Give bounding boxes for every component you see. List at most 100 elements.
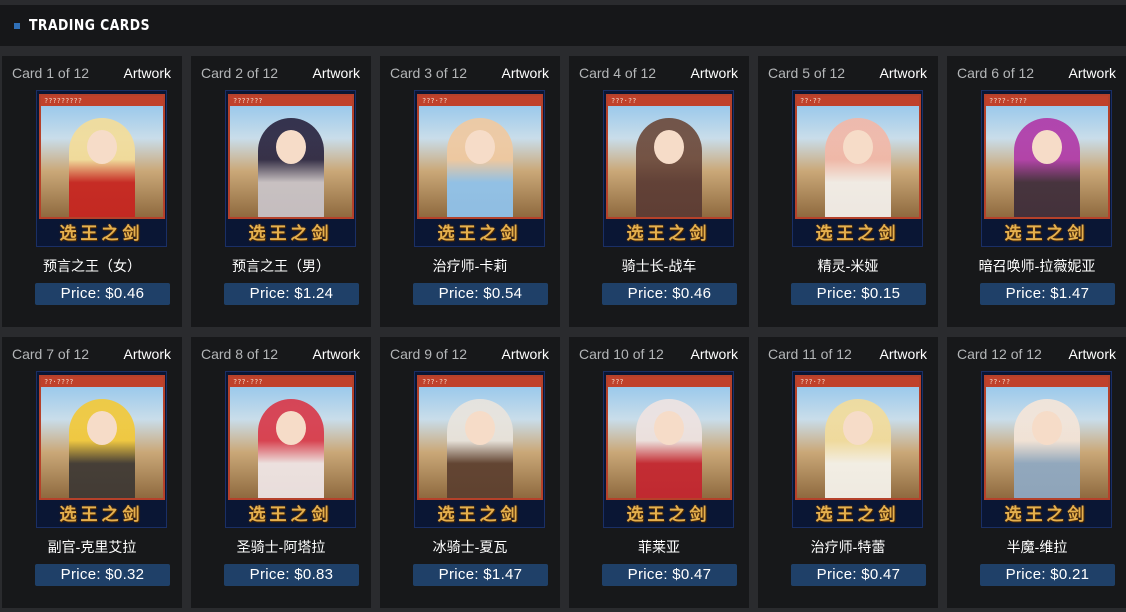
character-face — [843, 130, 873, 164]
card-artwork[interactable]: ??·?? 选王之剑 — [792, 90, 923, 247]
card-count: Card 1 of 12 — [12, 65, 90, 81]
card-name: 精灵-米娅 — [817, 258, 879, 274]
trading-card[interactable]: Card 8 of 12 Artwork ???·??? 选王之剑 圣骑士-阿塔拉 Pri… — [191, 337, 371, 608]
card-frame: ????????? — [39, 94, 165, 219]
card-type-label: Artwork — [879, 65, 927, 81]
card-art-namebar: ???·?? — [419, 96, 541, 106]
character-face — [1032, 130, 1062, 164]
card-art-namebar: ???·?? — [419, 377, 541, 387]
card-count: Card 10 of 12 — [579, 346, 664, 362]
game-logo: 选王之剑 — [815, 505, 900, 525]
card-frame: ??·?? — [795, 94, 921, 219]
character-face — [654, 130, 684, 164]
trading-card[interactable]: Card 1 of 12 Artwork????????? 选王之剑 预言之王（女） P… — [2, 56, 182, 327]
trading-card[interactable]: Card 9 of 12 Artwork ???·?? 选王之剑冰骑士-夏瓦 Price… — [380, 337, 560, 608]
trading-card[interactable]: Card 10 of 12 Artwork??? 选王之剑 菲莱亚 Price: $0.… — [569, 337, 749, 608]
game-logo: 选王之剑 — [59, 505, 144, 525]
card-type-label: Artwork — [1068, 65, 1116, 81]
card-artwork[interactable]: ??? 选王之剑 — [603, 371, 734, 528]
card-type-label: Artwork — [501, 65, 549, 81]
card-type-label: Artwork — [879, 346, 927, 362]
card-artwork[interactable]: ????????? 选王之剑 — [36, 90, 167, 247]
card-frame: ???·?? — [795, 375, 921, 500]
card-type-label: Artwork — [690, 346, 738, 362]
character-face — [87, 411, 117, 445]
price-button[interactable]: Price: $0.46 — [35, 283, 170, 305]
card-type-label: Artwork — [312, 346, 360, 362]
character-face — [654, 411, 684, 445]
character-face — [87, 130, 117, 164]
card-type-label: Artwork — [1068, 346, 1116, 362]
card-art-namebar: ???·?? — [608, 96, 730, 106]
card-count: Card 5 of 12 — [768, 65, 846, 81]
card-count: Card 7 of 12 — [12, 346, 90, 362]
price-button[interactable]: Price: $1.24 — [224, 283, 359, 305]
game-logo: 选王之剑 — [248, 224, 333, 244]
card-type-label: Artwork — [501, 346, 549, 362]
game-logo: 选王之剑 — [437, 505, 522, 525]
card-name: 半魔-维拉 — [1006, 539, 1068, 555]
card-name: 冰骑士-夏瓦 — [432, 539, 508, 555]
trading-card[interactable]: Card 2 of 12 Artwork??????? 选王之剑 预言之王（男） Pri… — [191, 56, 371, 327]
price-button[interactable]: Price: $0.15 — [791, 283, 926, 305]
section-header: TRADING CARDS — [0, 5, 1126, 46]
card-artwork[interactable]: ??????? 选王之剑 — [225, 90, 356, 247]
card-artwork[interactable]: ???·?? 选王之剑 — [414, 371, 545, 528]
card-art-namebar: ??·?? — [797, 96, 919, 106]
trading-card[interactable]: Card 12 of 12 Artwork ??·?? 选王之剑半魔-维拉 Price:… — [947, 337, 1126, 608]
trading-card[interactable]: Card 5 of 12 Artwork ??·?? 选王之剑精灵-米娅 Price: … — [758, 56, 938, 327]
character-face — [465, 130, 495, 164]
price-button[interactable]: Price: $0.54 — [413, 283, 548, 305]
price-button[interactable]: Price: $0.21 — [980, 564, 1115, 586]
game-logo: 选王之剑 — [437, 224, 522, 244]
card-count: Card 11 of 12 — [768, 346, 852, 362]
price-button[interactable]: Price: $0.83 — [224, 564, 359, 586]
card-name: 治疗师-特蕾 — [810, 539, 886, 555]
card-count: Card 12 of 12 — [957, 346, 1042, 362]
card-artwork[interactable]: ??·???? 选王之剑 — [36, 371, 167, 528]
card-count: Card 4 of 12 — [579, 65, 657, 81]
card-count: Card 8 of 12 — [201, 346, 279, 362]
card-frame: ???·?? — [606, 94, 732, 219]
card-name: 菲莱亚 — [638, 539, 680, 555]
trading-card[interactable]: Card 3 of 12 Artwork ???·?? 选王之剑 治疗师-卡莉 Price… — [380, 56, 560, 327]
card-frame: ??·???? — [39, 375, 165, 500]
card-type-label: Artwork — [123, 346, 171, 362]
card-artwork[interactable]: ???·?? 选王之剑 — [414, 90, 545, 247]
card-frame: ??? — [606, 375, 732, 500]
card-count: Card 9 of 12 — [390, 346, 468, 362]
game-logo: 选王之剑 — [59, 224, 144, 244]
card-art-namebar: ????????? — [41, 96, 163, 106]
character-face — [276, 130, 306, 164]
section-title: TRADING CARDS — [29, 16, 150, 34]
trading-card[interactable]: Card 7 of 12 Artwork ??·???? 选王之剑 副官-克里艾拉 Pri… — [2, 337, 182, 608]
card-count: Card 2 of 12 — [201, 65, 279, 81]
price-button[interactable]: Price: $0.32 — [35, 564, 170, 586]
game-logo: 选王之剑 — [626, 224, 711, 244]
card-artwork[interactable]: ???·?? 选王之剑 — [603, 90, 734, 247]
card-name: 暗召唤师-拉薇妮亚 — [978, 258, 1096, 274]
game-logo: 选王之剑 — [626, 505, 711, 525]
card-frame: ???·?? — [417, 375, 543, 500]
game-logo: 选王之剑 — [815, 224, 900, 244]
trading-card[interactable]: Card 6 of 12 Artwork ????·???? 选王之剑 暗召唤师-拉薇妮… — [947, 56, 1126, 327]
card-artwork[interactable]: ???·??? 选王之剑 — [225, 371, 356, 528]
card-art-namebar: ??·???? — [41, 377, 163, 387]
card-name: 骑士长-战车 — [621, 258, 697, 274]
card-artwork[interactable]: ???·?? 选王之剑 — [792, 371, 923, 528]
price-button[interactable]: Price: $1.47 — [980, 283, 1115, 305]
card-artwork[interactable]: ??·?? 选王之剑 — [981, 371, 1112, 528]
character-face — [276, 411, 306, 445]
game-logo: 选王之剑 — [1004, 505, 1089, 525]
trading-card[interactable]: Card 11 of 12 Artwork ???·?? 选王之剑治疗师-特蕾 Pric… — [758, 337, 938, 608]
game-logo: 选王之剑 — [1004, 224, 1089, 244]
trading-card[interactable]: Card 4 of 12 Artwork ???·?? 选王之剑 骑士长-战车 Price… — [569, 56, 749, 327]
price-button[interactable]: Price: $0.46 — [602, 283, 737, 305]
card-count: Card 3 of 12 — [390, 65, 468, 81]
card-artwork[interactable]: ????·???? 选王之剑 — [981, 90, 1112, 247]
header-marker-icon — [14, 23, 20, 29]
price-button[interactable]: Price: $0.47 — [791, 564, 926, 586]
price-button[interactable]: Price: $0.47 — [602, 564, 737, 586]
card-type-label: Artwork — [123, 65, 171, 81]
price-button[interactable]: Price: $1.47 — [413, 564, 548, 586]
